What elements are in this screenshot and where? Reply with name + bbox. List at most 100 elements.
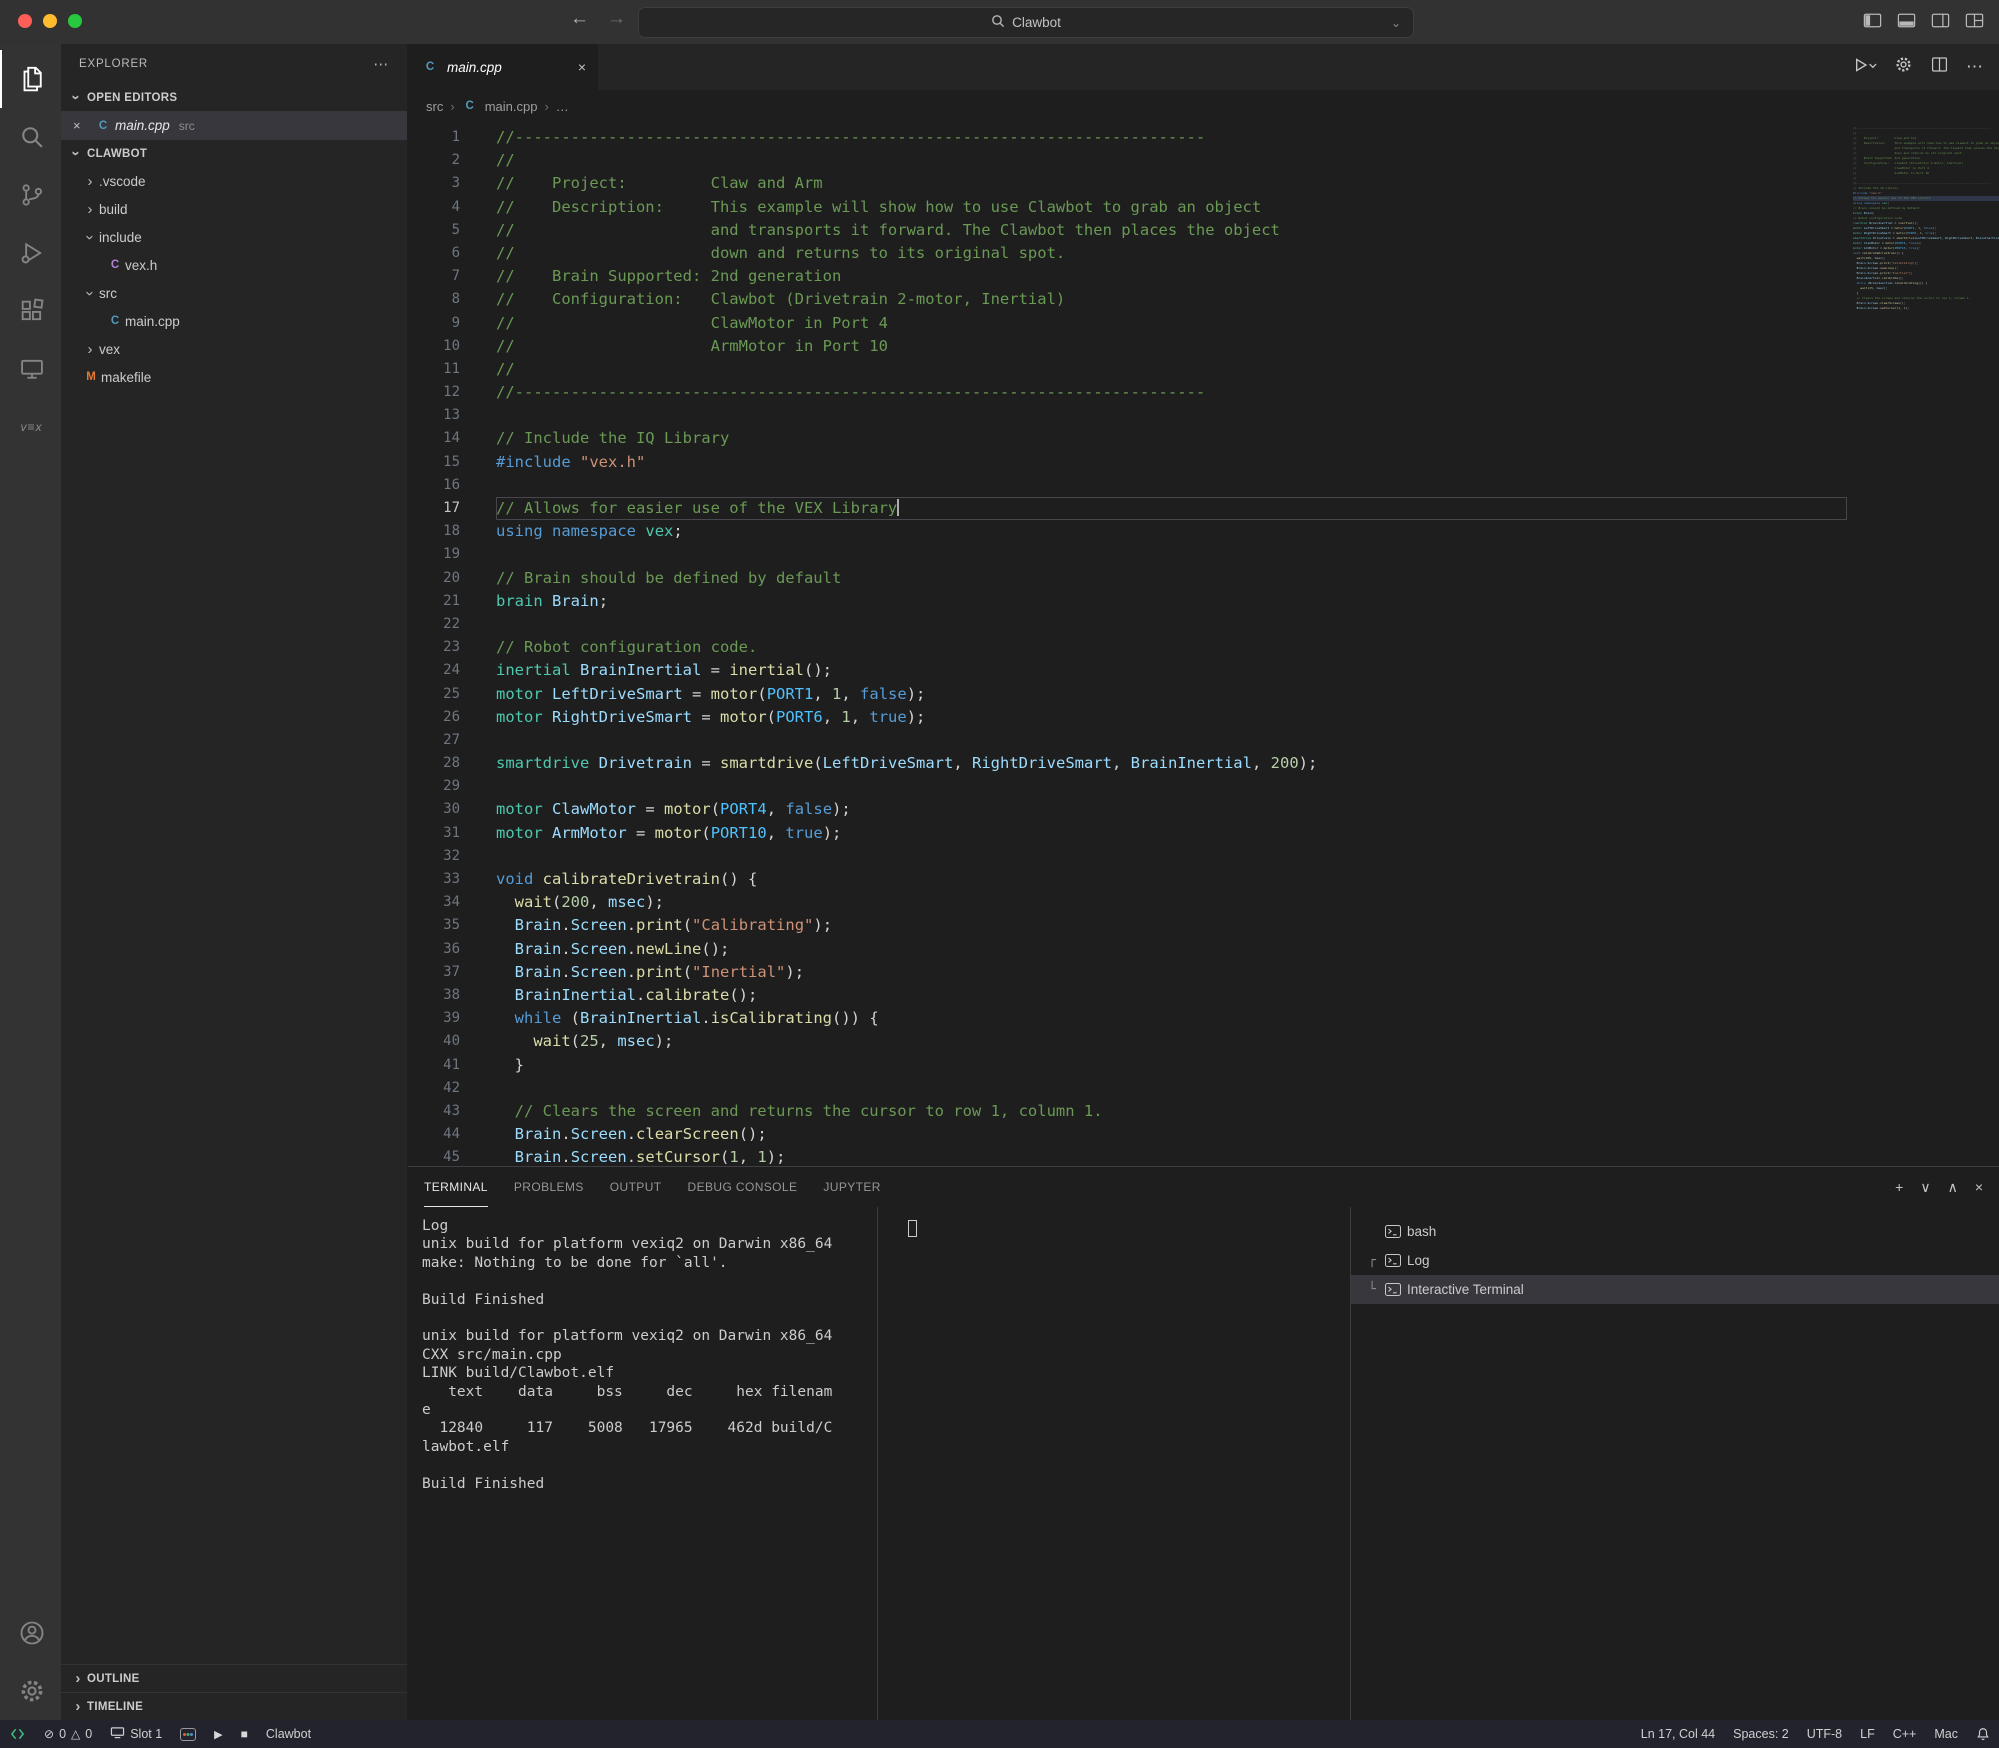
vex-brain-icon[interactable] — [171, 1720, 205, 1748]
extensions-icon[interactable] — [0, 282, 61, 340]
customize-layout-icon[interactable] — [1964, 10, 1985, 31]
folder-build[interactable]: › build — [61, 195, 407, 223]
zoom-window-button[interactable] — [68, 14, 82, 28]
vex-slot-selector[interactable]: Slot 1 — [101, 1720, 171, 1748]
explorer-icon[interactable] — [0, 50, 61, 108]
folder-vex[interactable]: › vex — [61, 335, 407, 363]
folder-include[interactable]: › include — [61, 223, 407, 251]
code-line[interactable]: 5// and transports it forward. The Clawb… — [408, 219, 1847, 242]
code-line[interactable]: 41 } — [408, 1054, 1847, 1077]
terminal-output-pane[interactable]: Log unix build for platform vexiq2 on Dar… — [408, 1207, 878, 1720]
code-line[interactable]: 23// Robot configuration code. — [408, 636, 1847, 659]
views-more-actions-icon[interactable]: ⋯ — [373, 55, 389, 73]
code-line[interactable]: 19 — [408, 543, 1847, 566]
run-debug-icon[interactable] — [0, 224, 61, 282]
close-editor-icon[interactable]: × — [73, 118, 93, 133]
close-tab-icon[interactable]: × — [578, 59, 586, 75]
code-line[interactable]: 10// ArmMotor in Port 10 — [408, 335, 1847, 358]
toggle-panel-icon[interactable] — [1896, 10, 1917, 31]
code-line[interactable]: 12//------------------------------------… — [408, 381, 1847, 404]
source-control-icon[interactable] — [0, 166, 61, 224]
code-line[interactable]: 33 void calibrateDrivetrain() { — [408, 868, 1847, 891]
code-line[interactable]: 22 — [408, 613, 1847, 636]
code-line[interactable]: 30 motor ClawMotor = motor(PORT4, false); — [408, 798, 1847, 821]
maximize-panel-icon[interactable]: ∧ — [1948, 1179, 1958, 1196]
close-window-button[interactable] — [18, 14, 32, 28]
code-line[interactable]: 45 Brain.Screen.setCursor(1, 1); — [408, 1146, 1847, 1166]
command-center-search[interactable]: Clawbot ⌄ — [638, 7, 1414, 38]
code-editor[interactable]: 1 //-------------------------------------… — [408, 122, 1999, 1166]
tab-main-cpp[interactable]: C main.cpp × — [408, 44, 598, 90]
terminal-list-item-interactive-terminal[interactable]: └ Interactive Terminal — [1351, 1275, 1999, 1304]
status-keymap[interactable]: Mac — [1925, 1727, 1967, 1741]
code-line[interactable]: 29 — [408, 775, 1847, 798]
remote-device-icon[interactable] — [0, 340, 61, 398]
panel-tab-output[interactable]: OUTPUT — [610, 1167, 662, 1207]
code-line[interactable]: 37 Brain.Screen.print("Inertial"); — [408, 961, 1847, 984]
terminal-list-item-log[interactable]: ┌ Log — [1351, 1246, 1999, 1275]
code-line[interactable]: 42 — [408, 1077, 1847, 1100]
folder-src[interactable]: › src — [61, 279, 407, 307]
file-makefile[interactable]: Mmakefile — [61, 363, 407, 391]
panel-tab-debug-console[interactable]: DEBUG CONSOLE — [688, 1167, 798, 1207]
file-main-cpp[interactable]: Cmain.cpp — [61, 307, 407, 335]
status-cursor-position[interactable]: Ln 17, Col 44 — [1632, 1727, 1724, 1741]
search-icon[interactable] — [0, 108, 61, 166]
code-line[interactable]: 7// Brain Supported: 2nd generation — [408, 265, 1847, 288]
code-line[interactable]: 6// down and returns to its original spo… — [408, 242, 1847, 265]
run-project-button[interactable]: ▶ — [205, 1720, 231, 1748]
status-indentation[interactable]: Spaces: 2 — [1724, 1727, 1798, 1741]
code-line[interactable]: 13 — [408, 404, 1847, 427]
code-line[interactable]: 18 using namespace vex; — [408, 520, 1847, 543]
status-encoding[interactable]: UTF-8 — [1798, 1727, 1851, 1741]
code-line[interactable]: 14// Include the IQ Library — [408, 427, 1847, 450]
code-line[interactable]: 1//-------------------------------------… — [408, 126, 1847, 149]
code-line[interactable]: 8// Configuration: Clawbot (Drivetrain 2… — [408, 288, 1847, 311]
code-line[interactable]: 28 smartdrive Drivetrain = smartdrive(Lef… — [408, 752, 1847, 775]
code-line[interactable]: 32 — [408, 845, 1847, 868]
code-line[interactable]: 21 brain Brain; — [408, 590, 1847, 613]
code-line[interactable]: 9// ClawMotor in Port 4 — [408, 312, 1847, 335]
code-line[interactable]: 35 Brain.Screen.print("Calibrating"); — [408, 914, 1847, 937]
close-panel-icon[interactable]: × — [1975, 1179, 1983, 1196]
code-line[interactable]: 16 — [408, 474, 1847, 497]
account-icon[interactable] — [0, 1604, 61, 1662]
code-line[interactable]: 2// — [408, 149, 1847, 172]
breadcrumb-symbol[interactable]: … — [556, 99, 569, 114]
code-line[interactable]: 3// Project: Claw and Arm — [408, 172, 1847, 195]
configure-gear-icon[interactable] — [1894, 55, 1913, 79]
terminal-picker-chevron-icon[interactable]: ∨ — [1920, 1179, 1930, 1196]
toggle-secondary-sidebar-icon[interactable] — [1930, 10, 1951, 31]
navigate-forward-icon[interactable]: → — [607, 8, 626, 30]
code-line[interactable]: 20// Brain should be defined by default — [408, 567, 1847, 590]
folder-vscode[interactable]: › .vscode — [61, 167, 407, 195]
code-line[interactable]: 43 // Clears the screen and returns the … — [408, 1100, 1847, 1123]
code-line[interactable]: 4// Description: This example will show … — [408, 196, 1847, 219]
split-editor-icon[interactable] — [1930, 55, 1949, 79]
open-editor-main-cpp[interactable]: × C main.cpp src — [61, 111, 407, 140]
project-section-clawbot[interactable]: › CLAWBOT — [61, 140, 407, 167]
notifications-bell-icon[interactable] — [1967, 1727, 1999, 1741]
code-line[interactable]: 25 motor LeftDriveSmart = motor(PORT1, 1,… — [408, 683, 1847, 706]
code-line[interactable]: 26 motor RightDriveSmart = motor(PORT6, 1… — [408, 706, 1847, 729]
editor-more-actions-icon[interactable]: ⋯ — [1966, 57, 1983, 77]
code-area[interactable]: 1//-------------------------------------… — [408, 122, 1847, 1166]
vex-extension-icon[interactable]: v≡x — [0, 398, 61, 456]
code-line[interactable]: 44 Brain.Screen.clearScreen(); — [408, 1123, 1847, 1146]
code-line[interactable]: 11// — [408, 358, 1847, 381]
new-terminal-icon[interactable]: + — [1895, 1179, 1903, 1196]
code-line[interactable]: 39 while (BrainInertial.isCalibrating())… — [408, 1007, 1847, 1030]
status-eol[interactable]: LF — [1851, 1727, 1884, 1741]
open-editors-section[interactable]: › OPEN EDITORS — [61, 84, 407, 111]
problems-status[interactable]: ⊘ 0 △ 0 — [35, 1720, 101, 1748]
run-or-debug-button[interactable] — [1853, 56, 1877, 79]
stop-project-button[interactable]: ■ — [232, 1720, 257, 1748]
settings-gear-icon[interactable] — [0, 1662, 61, 1720]
panel-tab-jupyter[interactable]: JUPYTER — [823, 1167, 880, 1207]
breadcrumb-file[interactable]: main.cpp — [485, 99, 538, 114]
section-timeline[interactable]: › TIMELINE — [61, 1692, 407, 1720]
project-name-status[interactable]: Clawbot — [257, 1720, 320, 1748]
section-outline[interactable]: › OUTLINE — [61, 1664, 407, 1692]
minimap[interactable]: //--------------------------------------… — [1847, 122, 1999, 1166]
panel-tab-terminal[interactable]: TERMINAL — [424, 1167, 488, 1207]
